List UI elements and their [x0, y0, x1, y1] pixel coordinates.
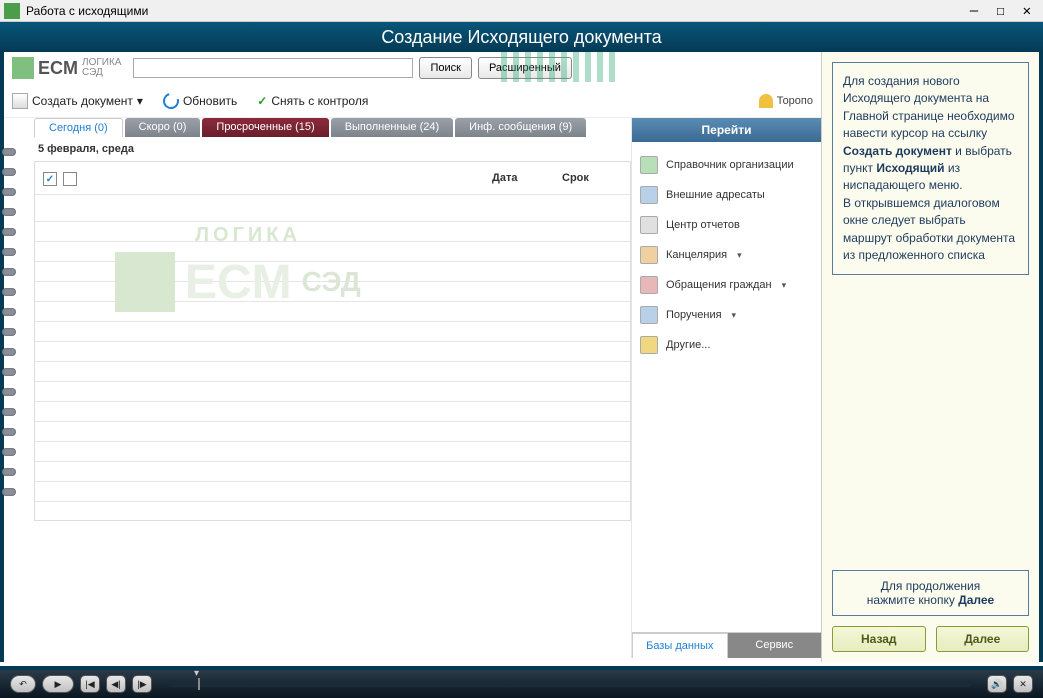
- refresh-icon: [160, 90, 182, 112]
- help-text: Для создания нового Исходящего документа…: [832, 62, 1029, 275]
- tab-done[interactable]: Выполненные (24): [331, 118, 453, 137]
- step-fwd-button[interactable]: |▶: [132, 675, 152, 693]
- step-back-button[interactable]: ◀|: [106, 675, 126, 693]
- maximize-button[interactable]: ☐: [996, 3, 1004, 19]
- document-icon: [12, 93, 28, 109]
- close-button[interactable]: ✕: [1023, 3, 1031, 19]
- progress-bar[interactable]: [168, 681, 971, 687]
- app-icon: [4, 3, 20, 19]
- lesson-title: Создание Исходящего документа: [381, 27, 661, 48]
- nav-external-recipients[interactable]: Внешние адресаты: [638, 180, 815, 210]
- tab-overdue[interactable]: Просроченные (15): [202, 118, 328, 137]
- remove-control-button[interactable]: ✓ Снять с контроля: [257, 94, 368, 108]
- date-heading: 5 февраля, среда: [38, 143, 631, 155]
- prev-button[interactable]: |◀: [80, 675, 100, 693]
- chevron-down-icon: ▾: [137, 94, 143, 108]
- back-button[interactable]: Назад: [832, 626, 926, 652]
- tab-today[interactable]: Сегодня (0): [34, 118, 123, 137]
- spiral-binding: [2, 148, 16, 508]
- search-button[interactable]: Поиск: [419, 57, 471, 79]
- archive-icon: [640, 246, 658, 264]
- tab-soon[interactable]: Скоро (0): [125, 118, 201, 137]
- nav-reports[interactable]: Центр отчетов: [638, 210, 815, 240]
- tab-databases[interactable]: Базы данных: [632, 633, 728, 658]
- refresh-button[interactable]: Обновить: [163, 93, 237, 109]
- book-icon: [640, 156, 658, 174]
- tab-info[interactable]: Инф. сообщения (9): [455, 118, 586, 137]
- window-title: Работа с исходящими: [26, 4, 970, 18]
- nav-chancery[interactable]: Канцелярия: [638, 240, 815, 270]
- column-toggle-checkbox[interactable]: [63, 172, 77, 186]
- window-titlebar: Работа с исходящими — ☐ ✕: [0, 0, 1043, 22]
- header-decoration: [501, 52, 621, 82]
- help-panel: Для создания нового Исходящего документа…: [821, 52, 1039, 662]
- appeals-icon: [640, 276, 658, 294]
- lesson-header: Создание Исходящего документа: [0, 22, 1043, 52]
- create-document-button[interactable]: Создать документ ▾: [12, 93, 143, 109]
- user-icon: [759, 94, 773, 108]
- logo-icon: [12, 57, 34, 79]
- app-logo: ECM ЛОГИКАСЭД: [12, 57, 121, 79]
- col-date: Дата: [492, 172, 562, 186]
- nav-org-directory[interactable]: Справочник организации: [638, 150, 815, 180]
- folder-icon: [640, 336, 658, 354]
- nav-other[interactable]: Другие...: [638, 330, 815, 360]
- play-button[interactable]: ▶: [42, 675, 74, 693]
- player-bar: ↶ ▶ |◀ ◀| |▶ 🔊 ✕: [0, 666, 1043, 698]
- current-user[interactable]: Торопо: [759, 94, 813, 108]
- col-due: Срок: [562, 172, 622, 186]
- report-icon: [640, 216, 658, 234]
- minimize-button[interactable]: —: [970, 3, 978, 19]
- assignments-icon: [640, 306, 658, 324]
- main-app-area: ECM ЛОГИКАСЭД Поиск Расширенный Создать …: [4, 52, 821, 662]
- task-tabs: Сегодня (0) Скоро (0) Просроченные (15) …: [34, 118, 631, 137]
- logo-text: ECM: [38, 58, 78, 79]
- continue-hint: Для продолжения нажмите кнопку Далее: [832, 570, 1029, 616]
- toolbar: Создать документ ▾ Обновить ✓ Снять с ко…: [4, 84, 821, 118]
- nav-assignments[interactable]: Поручения: [638, 300, 815, 330]
- task-table: Дата Срок ЛОГИКА ECM СЭД: [34, 161, 631, 521]
- nav-citizen-appeals[interactable]: Обращения граждан: [638, 270, 815, 300]
- next-button[interactable]: Далее: [936, 626, 1030, 652]
- volume-button[interactable]: 🔊: [987, 675, 1007, 693]
- search-input[interactable]: [133, 58, 413, 78]
- nav-bottom-tabs: Базы данных Сервис: [632, 632, 821, 658]
- progress-marker[interactable]: [198, 678, 200, 690]
- people-icon: [640, 186, 658, 204]
- exit-button[interactable]: ✕: [1013, 675, 1033, 693]
- check-icon: ✓: [257, 94, 267, 108]
- navigation-panel: Перейти Справочник организации Внешние а…: [631, 118, 821, 658]
- tab-service[interactable]: Сервис: [728, 633, 822, 658]
- nav-header: Перейти: [632, 118, 821, 142]
- select-all-checkbox[interactable]: [43, 172, 57, 186]
- rewind-button[interactable]: ↶: [10, 675, 36, 693]
